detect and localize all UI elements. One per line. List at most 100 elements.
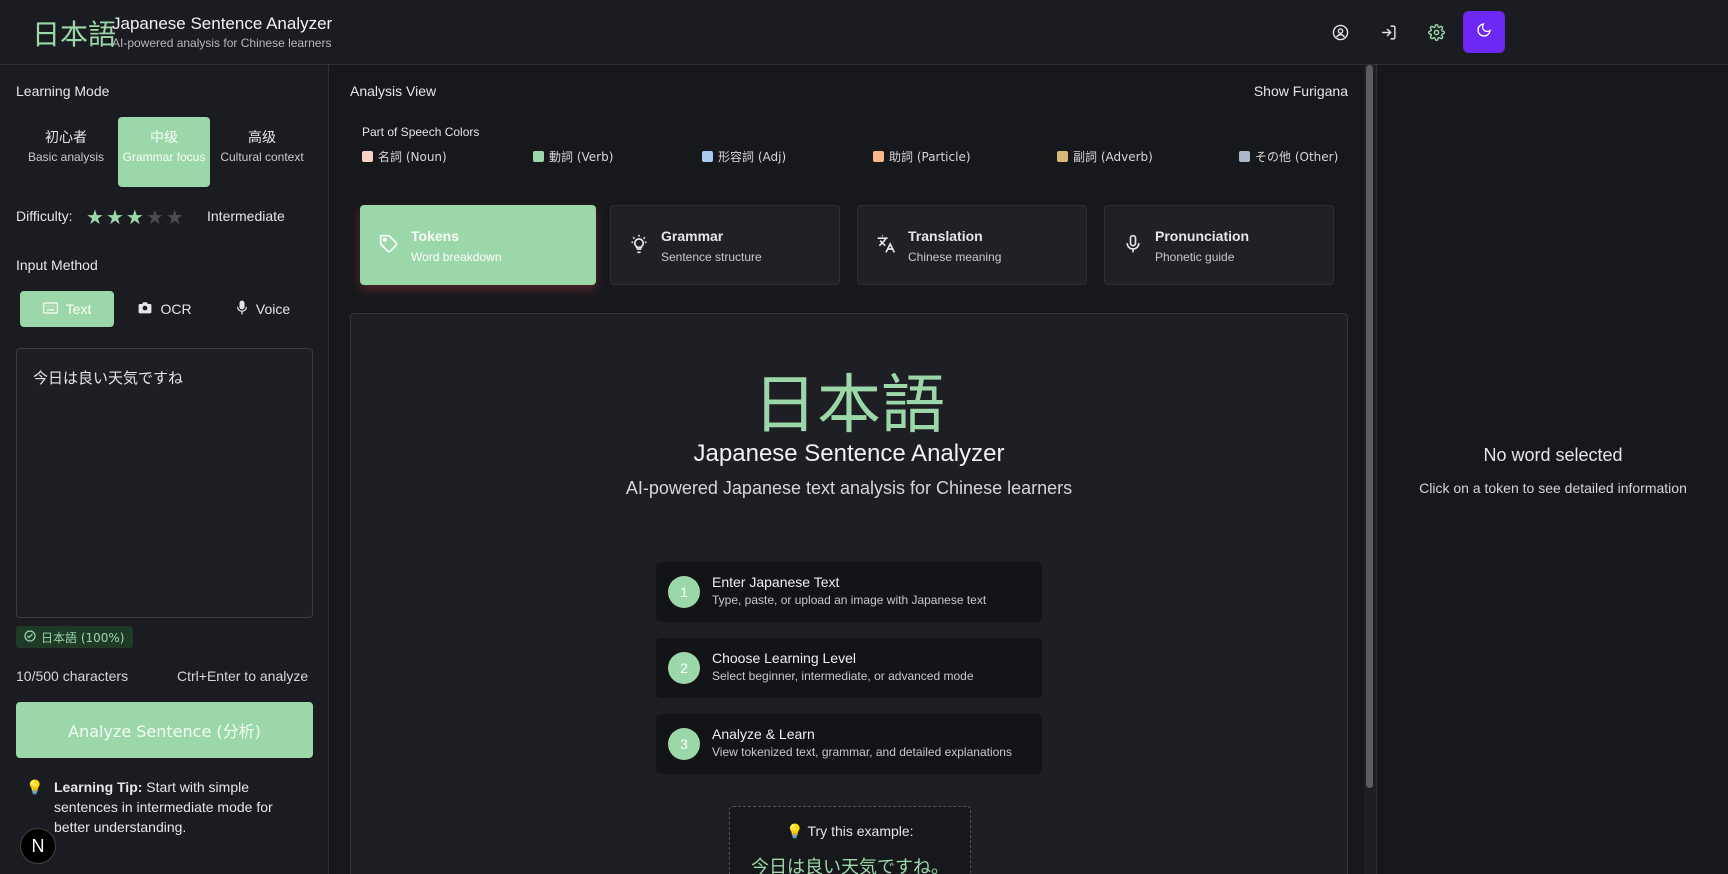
tab-label: Tokens — [411, 228, 459, 244]
pos-label: 形容詞 (Adj) — [718, 150, 787, 164]
tab-desc: Chinese meaning — [908, 250, 1002, 264]
microphone-icon — [1123, 234, 1143, 259]
welcome-panel: 日本語 Japanese Sentence Analyzer AI-powere… — [350, 313, 1348, 874]
input-method-label: OCR — [160, 301, 192, 317]
tab-desc: Phonetic guide — [1155, 250, 1235, 264]
tab-pronunciation[interactable]: Pronunciation Phonetic guide — [1104, 205, 1334, 285]
microphone-icon — [236, 300, 248, 318]
no-word-subtitle: Click on a token to see detailed informa… — [1419, 480, 1687, 496]
step-item: 2 Choose Learning Level Select beginner,… — [656, 638, 1042, 698]
theme-toggle-button[interactable] — [1463, 11, 1505, 53]
pos-legend-adj: 形容詞 (Adj) — [702, 148, 786, 165]
welcome-title: Japanese Sentence Analyzer — [693, 440, 1005, 467]
analyze-button[interactable]: Analyze Sentence (分析) — [16, 702, 313, 758]
input-method-text[interactable]: Text — [20, 291, 114, 327]
moon-icon — [1476, 22, 1492, 43]
keyboard-icon — [42, 301, 58, 317]
step-title: Enter Japanese Text — [712, 574, 840, 590]
star-icon: ★ — [105, 207, 126, 229]
language-detect-badge: 日本語 (100%) — [16, 626, 133, 648]
lightbulb-icon — [629, 234, 649, 259]
star-icon: ★ — [86, 207, 106, 229]
learning-mode-title: Learning Mode — [16, 83, 110, 99]
tab-label: Translation — [908, 228, 983, 244]
center-scrollbar[interactable] — [1364, 65, 1376, 874]
shortcut-hint: Ctrl+Enter to analyze — [177, 668, 309, 684]
pos-legend-verb: 動詞 (Verb) — [533, 148, 613, 165]
pos-swatch — [1239, 151, 1250, 162]
lightbulb-icon: 💡 — [26, 779, 44, 795]
check-circle-icon — [24, 629, 36, 645]
example-title: 💡 Try this example: — [786, 823, 914, 839]
mode-beginner[interactable]: 初心者 Basic analysis — [20, 117, 112, 187]
step-number: 3 — [668, 728, 700, 760]
pos-colors-title: Part of Speech Colors — [362, 125, 480, 139]
difficulty-label: Difficulty: — [16, 208, 73, 224]
tab-desc: Sentence structure — [661, 250, 762, 264]
step-desc: View tokenized text, grammar, and detail… — [712, 745, 1012, 759]
left-sidebar: Learning Mode 初心者 Basic analysis 中级 Gram… — [0, 65, 329, 874]
mode-advanced[interactable]: 高级 Cultural context — [216, 117, 308, 187]
welcome-subtitle: AI-powered Japanese text analysis for Ch… — [625, 478, 1073, 498]
app-header: 日本語 Japanese Sentence Analyzer AI-powere… — [0, 0, 1728, 65]
mode-title: 中级 — [150, 130, 178, 146]
tab-tokens[interactable]: Tokens Word breakdown — [360, 205, 596, 285]
pos-legend-other: その他 (Other) — [1239, 148, 1338, 165]
pos-swatch — [873, 151, 884, 162]
tag-icon — [379, 234, 399, 259]
character-count: 10/500 characters — [16, 668, 129, 684]
pos-swatch — [362, 151, 373, 162]
step-item: 3 Analyze & Learn View tokenized text, g… — [656, 714, 1042, 774]
tab-translation[interactable]: Translation Chinese meaning — [857, 205, 1087, 285]
analysis-view-title: Analysis View — [350, 83, 437, 99]
example-sentence[interactable]: 今日は良い天気ですね。 — [730, 853, 970, 874]
step-desc: Select beginner, intermediate, or advanc… — [712, 669, 974, 683]
app-logo: 日本語 — [32, 18, 117, 51]
star-icon: ★ — [125, 207, 146, 229]
pos-swatch — [702, 151, 713, 162]
mode-desc: Basic analysis — [27, 150, 105, 164]
login-icon[interactable] — [1376, 20, 1400, 44]
gear-icon[interactable] — [1424, 20, 1448, 44]
mode-title: 初心者 — [45, 130, 87, 146]
analysis-view: Analysis View Show Furigana Part of Spee… — [330, 65, 1364, 874]
star-icon: ★ — [145, 207, 166, 229]
mode-intermediate[interactable]: 中级 Grammar focus — [118, 117, 210, 187]
input-method-voice[interactable]: Voice — [216, 291, 310, 327]
step-number: 1 — [668, 576, 700, 608]
no-word-title: No word selected — [1483, 445, 1623, 465]
star-icon: ★ — [165, 207, 186, 229]
scrollbar-thumb[interactable] — [1366, 65, 1373, 788]
tab-label: Pronunciation — [1155, 228, 1250, 244]
tab-grammar[interactable]: Grammar Sentence structure — [610, 205, 840, 285]
camera-icon — [138, 301, 152, 317]
step-title: Analyze & Learn — [712, 726, 815, 742]
pos-label: 助詞 (Particle) — [889, 150, 971, 164]
pos-label: その他 (Other) — [1255, 150, 1339, 164]
input-method-ocr[interactable]: OCR — [118, 291, 212, 327]
user-icon[interactable] — [1328, 20, 1352, 44]
learning-tip: 💡 Learning Tip: Start with simple senten… — [26, 777, 306, 837]
mode-title: 高级 — [248, 130, 276, 146]
pos-legend-particle: 助詞 (Particle) — [873, 148, 971, 165]
pos-legend-noun: 名詞 (Noun) — [362, 148, 447, 165]
example-card[interactable]: 💡 Try this example: 今日は良い天気ですね。 — [729, 806, 971, 874]
floating-n-badge[interactable]: N — [20, 828, 56, 864]
app-title: Japanese Sentence Analyzer — [112, 14, 333, 33]
pos-legend-adverb: 副詞 (Adverb) — [1057, 148, 1153, 165]
show-furigana-toggle[interactable]: Show Furigana — [1254, 83, 1348, 99]
mode-desc: Grammar focus — [122, 150, 206, 164]
step-number: 2 — [668, 652, 700, 684]
language-badge-text: 日本語 (100%) — [41, 630, 125, 645]
step-title: Choose Learning Level — [712, 650, 856, 666]
input-method-title: Input Method — [16, 257, 98, 273]
tab-desc: Word breakdown — [411, 250, 502, 264]
pos-swatch — [1057, 151, 1068, 162]
difficulty-value: Intermediate — [207, 208, 285, 224]
pos-label: 動詞 (Verb) — [549, 150, 614, 164]
japanese-text-input[interactable]: 今日は良い天気ですね — [16, 348, 313, 618]
input-method-label: Voice — [255, 301, 291, 317]
app-subtitle: AI-powered analysis for Chinese learners — [112, 36, 332, 50]
tab-label: Grammar — [661, 228, 724, 244]
difficulty-stars: ★★★★★ — [86, 205, 186, 230]
